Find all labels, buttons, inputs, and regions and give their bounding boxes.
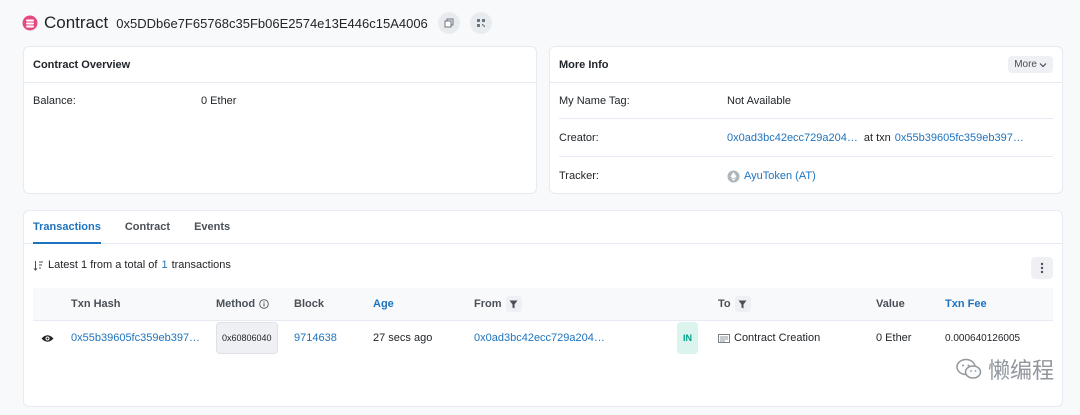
table-row: 0x55b39605fc359eb397… 0x60806040 9714638…	[33, 322, 1053, 354]
balance-row: Balance: 0 Ether	[24, 83, 536, 119]
view-details-button[interactable]	[41, 322, 54, 354]
table-header: Txn Hash Method Block Age From To Value …	[33, 288, 1053, 321]
page-title: Contract	[44, 13, 109, 32]
watermark-text: 懒编程	[987, 358, 1054, 383]
more-info-card: More Info More My Name Tag: Not Availabl…	[549, 46, 1063, 194]
header-value: Value	[876, 298, 905, 310]
contract-overview-header: Contract Overview	[24, 47, 536, 83]
header-method: Method	[216, 288, 269, 320]
contract-overview-card: Contract Overview Balance: 0 Ether	[23, 46, 537, 194]
filter-icon	[738, 300, 747, 308]
info-icon[interactable]	[259, 299, 269, 309]
summary-suffix: transactions	[171, 259, 231, 271]
from-filter-button[interactable]	[505, 296, 522, 312]
header-to-label: To	[718, 298, 731, 310]
creator-address-link[interactable]: 0x0ad3bc42ecc729a204…	[727, 132, 858, 144]
tab-contract[interactable]: Contract	[125, 211, 170, 244]
summary-count-link[interactable]: 1	[161, 259, 167, 271]
name-tag-row: My Name Tag: Not Available	[559, 83, 1053, 119]
contract-overview-title: Contract Overview	[33, 58, 131, 71]
more-info-header: More Info More	[550, 47, 1062, 83]
from-address-link[interactable]: 0x0ad3bc42ecc729a204…	[474, 332, 605, 344]
kebab-menu-icon	[1040, 262, 1044, 274]
direction-badge: IN	[677, 322, 698, 354]
copy-icon	[444, 18, 454, 28]
tracker-row: Tracker: AyuToken (AT)	[559, 157, 1053, 195]
header-from-label: From	[474, 298, 502, 310]
creator-txn-link[interactable]: 0x55b39605fc359eb397…	[895, 132, 1024, 144]
age-value: 27 secs ago	[373, 332, 433, 344]
qr-code-icon	[476, 19, 485, 27]
creator-at-txn-text: at txn	[863, 131, 891, 144]
tracker-token-link[interactable]: AyuToken (AT)	[744, 170, 816, 182]
contract-document-icon	[718, 333, 730, 343]
filter-icon	[509, 300, 518, 308]
name-tag-label: My Name Tag:	[559, 94, 630, 107]
method-badge: 0x60806040	[216, 322, 278, 354]
chevron-down-icon	[1039, 62, 1047, 67]
more-dropdown-button[interactable]: More	[1008, 56, 1053, 73]
value-amount: 0 Ether	[876, 332, 912, 344]
wechat-icon	[956, 358, 982, 379]
to-value: Contract Creation	[734, 332, 821, 344]
contract-logo-icon	[22, 15, 38, 31]
contract-address: 0x5DDb6e7F65768c35Fb06E2574e13E446c15A40…	[116, 15, 428, 31]
creator-row: Creator: 0x0ad3bc42ecc729a204… at txn 0x…	[559, 119, 1053, 157]
tab-transactions[interactable]: Transactions	[33, 211, 101, 244]
summary-prefix: Latest 1 from a total of	[48, 259, 158, 271]
transactions-summary: Latest 1 from a total of 1 transactions	[33, 259, 231, 271]
header-txn-fee[interactable]: Txn Fee	[945, 288, 987, 320]
more-info-title: More Info	[559, 58, 609, 71]
more-button-label: More	[1014, 59, 1037, 70]
block-link[interactable]: 9714638	[294, 332, 337, 344]
to-cell: Contract Creation	[718, 322, 820, 354]
copy-address-button[interactable]	[437, 12, 460, 34]
sort-icon	[33, 260, 43, 271]
txn-fee-amount: 0.000640126005	[945, 332, 1021, 344]
page-header: Contract 0x5DDb6e7F65768c35Fb06E2574e13E…	[22, 10, 492, 36]
qr-code-button[interactable]	[469, 12, 492, 34]
options-menu-button[interactable]	[1031, 257, 1053, 279]
header-age[interactable]: Age	[373, 288, 394, 320]
balance-label: Balance:	[33, 95, 76, 107]
token-icon	[727, 170, 740, 183]
to-filter-button[interactable]	[734, 296, 751, 312]
txn-hash-link[interactable]: 0x55b39605fc359eb397…	[71, 332, 200, 344]
transactions-card: Transactions Contract Events Latest 1 fr…	[23, 210, 1063, 407]
header-txn-hash: Txn Hash	[71, 298, 121, 310]
eye-icon	[41, 334, 54, 342]
header-block: Block	[294, 298, 324, 310]
watermark: 懒编程	[956, 353, 1054, 385]
header-method-label: Method	[216, 298, 256, 310]
tab-events[interactable]: Events	[194, 211, 230, 244]
creator-label: Creator:	[559, 131, 599, 144]
tracker-label: Tracker:	[559, 170, 599, 182]
header-from: From	[474, 288, 522, 320]
balance-value: 0 Ether	[201, 95, 237, 107]
tab-bar: Transactions Contract Events	[24, 211, 1062, 244]
name-tag-value: Not Available	[727, 94, 792, 107]
header-to: To	[718, 288, 751, 320]
